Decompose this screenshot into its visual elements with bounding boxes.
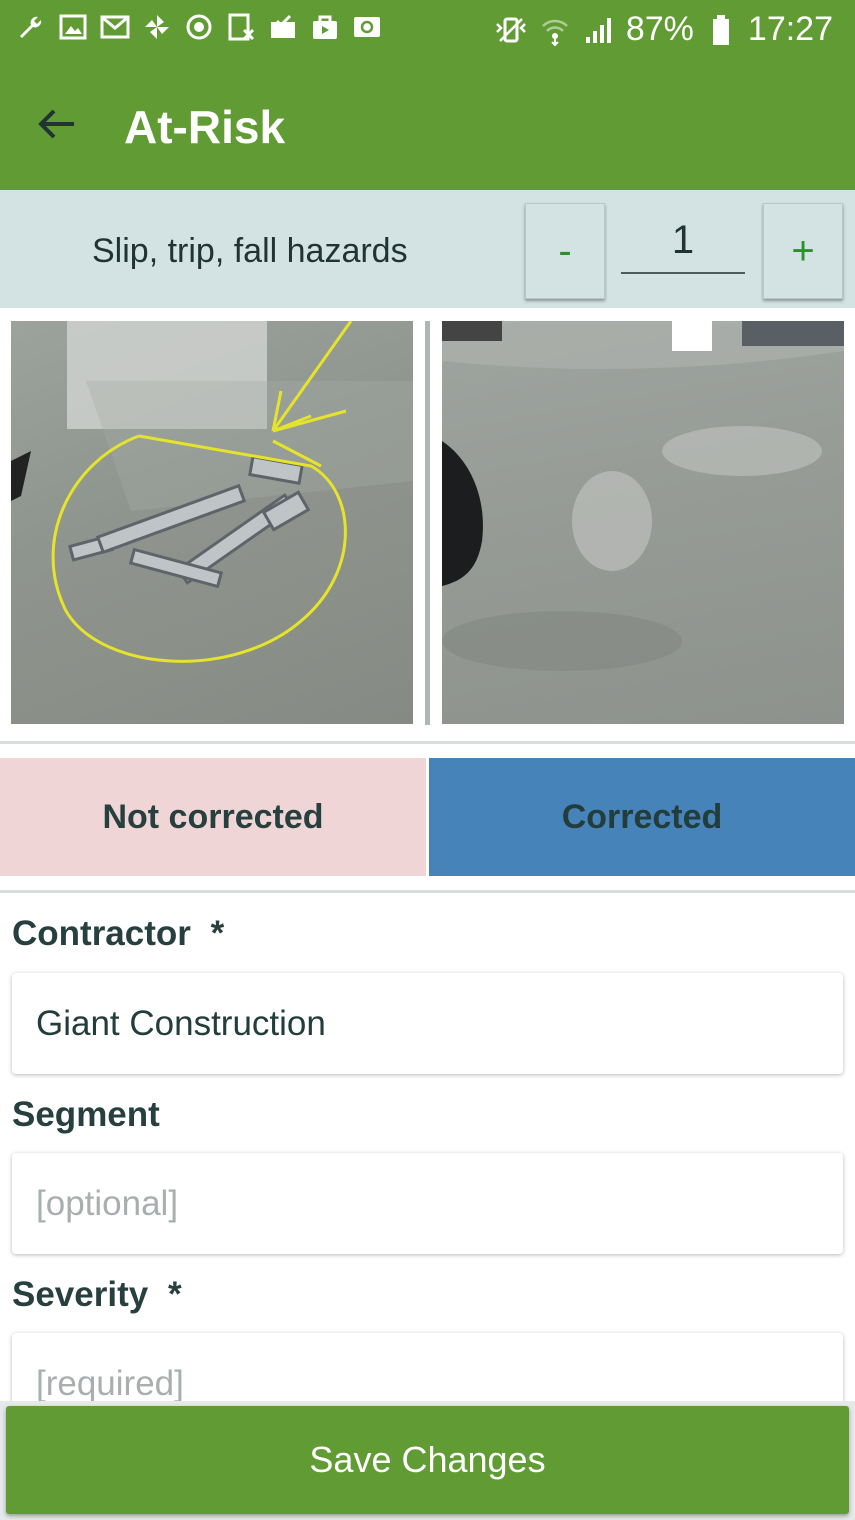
receipt-icon bbox=[226, 12, 256, 42]
divider bbox=[0, 741, 855, 744]
not-corrected-option[interactable]: Not corrected bbox=[0, 758, 426, 876]
count-field[interactable]: 1 bbox=[621, 210, 745, 274]
contractor-field[interactable]: Giant Construction bbox=[12, 973, 843, 1074]
battery-icon bbox=[704, 13, 738, 47]
mail-check-icon bbox=[268, 12, 298, 42]
battery-percent: 87% bbox=[625, 10, 694, 48]
system-status: 87% 17:27 bbox=[494, 10, 833, 49]
at-mail-icon bbox=[352, 12, 382, 42]
arrow-left-icon bbox=[38, 109, 74, 139]
back-button[interactable] bbox=[26, 94, 86, 154]
save-changes-button[interactable]: Save Changes bbox=[6, 1406, 849, 1514]
divider bbox=[0, 890, 855, 893]
shopping-bag-icon bbox=[310, 12, 340, 42]
required-mark: * bbox=[210, 914, 225, 953]
notification-icons bbox=[16, 12, 382, 42]
corrected-option[interactable]: Corrected bbox=[429, 758, 855, 876]
signal-icon bbox=[582, 13, 616, 47]
segment-label: Segment bbox=[12, 1095, 160, 1134]
vibrate-icon bbox=[494, 13, 528, 47]
app-bar: At-Risk bbox=[0, 62, 855, 190]
hazard-counter-row: Slip, trip, fall hazards - 1 + bbox=[0, 190, 855, 308]
severity-label: Severity * bbox=[12, 1275, 182, 1315]
increment-button[interactable]: + bbox=[763, 203, 843, 299]
clock: 17:27 bbox=[747, 10, 833, 48]
required-mark: * bbox=[167, 1275, 182, 1314]
image-icon bbox=[58, 12, 88, 42]
wrench-icon bbox=[16, 12, 46, 42]
severity-label-text: Severity bbox=[12, 1275, 149, 1314]
sync-icon bbox=[184, 12, 214, 42]
page-title: At-Risk bbox=[124, 101, 286, 153]
hazard-label: Slip, trip, fall hazards bbox=[92, 232, 408, 270]
contractor-label-text: Contractor bbox=[12, 914, 191, 953]
segment-field[interactable]: [optional] bbox=[12, 1153, 843, 1254]
save-bar: Save Changes bbox=[0, 1401, 855, 1520]
after-photo[interactable] bbox=[442, 321, 844, 724]
wifi-icon bbox=[538, 13, 572, 47]
before-photo[interactable] bbox=[11, 321, 413, 724]
status-bar: 87% 17:27 bbox=[0, 0, 855, 62]
gmail-icon bbox=[100, 12, 130, 42]
decrement-button[interactable]: - bbox=[525, 203, 605, 299]
pinwheel-icon bbox=[142, 12, 172, 42]
contractor-label: Contractor * bbox=[12, 914, 224, 954]
photo-divider bbox=[425, 321, 430, 725]
